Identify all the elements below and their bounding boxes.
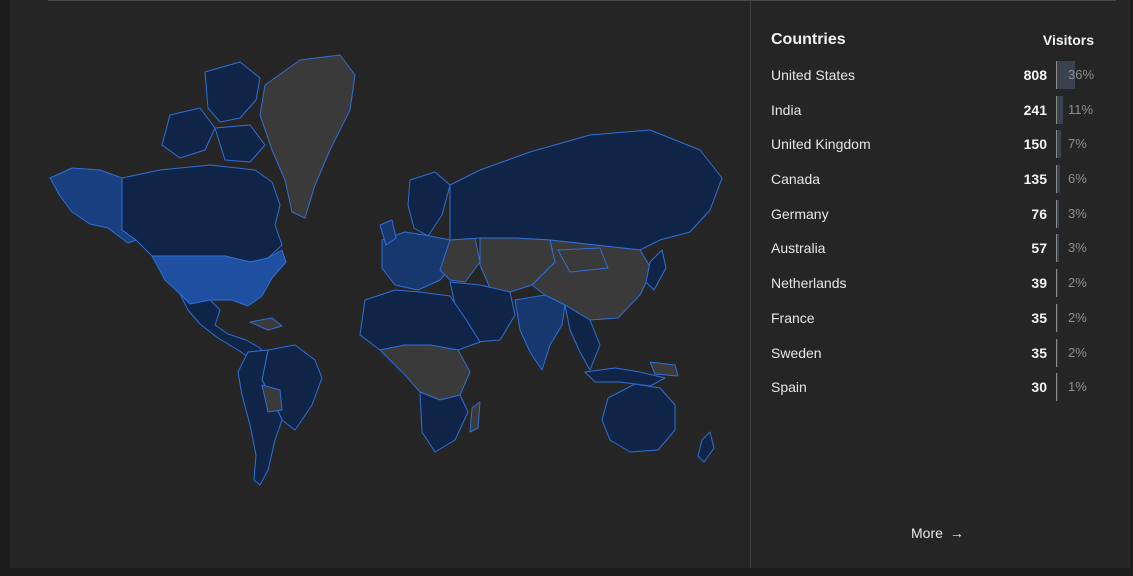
table-row[interactable]: Spain 30 1% (751, 370, 1130, 405)
share-bar-fill (1057, 269, 1058, 298)
share-bar-fill (1057, 130, 1061, 159)
table-row[interactable]: Germany 76 3% (751, 197, 1130, 232)
share-bar-fill (1057, 373, 1058, 402)
visitor-count: 35 (1031, 309, 1047, 326)
map-region-new-zealand[interactable] (697, 431, 715, 463)
map-region-japan[interactable] (645, 249, 667, 291)
country-name: Canada (771, 171, 821, 188)
map-region-australia[interactable] (601, 383, 676, 453)
more-label: More (911, 525, 943, 541)
visitor-percent: 2% (1068, 309, 1087, 325)
visitor-percent: 3% (1068, 240, 1087, 256)
country-name: Australia (771, 240, 826, 257)
countries-list-panel: Countries Visitors United States 808 36% In… (751, 0, 1130, 568)
visitor-count: 39 (1031, 275, 1047, 292)
table-row[interactable]: Australia 57 3% (751, 231, 1130, 266)
map-region-madagascar (469, 401, 481, 433)
map-region-scandinavia[interactable] (407, 171, 451, 237)
visitor-count: 35 (1031, 344, 1047, 361)
table-row[interactable]: Netherlands 39 2% (751, 266, 1130, 301)
map-region-southern-africa[interactable] (419, 391, 469, 453)
map-region-arctic-islands[interactable] (204, 61, 261, 123)
visitor-percent: 7% (1068, 136, 1087, 152)
table-row[interactable]: Canada 135 6% (751, 162, 1130, 197)
table-row[interactable]: India 241 11% (751, 93, 1130, 128)
visitor-count: 241 (1023, 101, 1047, 118)
visitor-count: 135 (1023, 171, 1047, 188)
table-row[interactable]: United States 808 36% (751, 58, 1130, 93)
country-name: Spain (771, 379, 807, 396)
country-name: United States (771, 67, 856, 83)
map-region-united-states[interactable] (151, 249, 287, 307)
map-region-arctic-islands-2[interactable] (161, 107, 216, 159)
arrow-right-icon: → (949, 525, 964, 541)
table-row[interactable]: Sweden 35 2% (751, 336, 1130, 371)
visitor-percent: 36% (1068, 67, 1095, 82)
map-region-canada[interactable] (121, 164, 283, 263)
visitor-percent: 1% (1068, 379, 1087, 395)
visitor-count: 57 (1031, 240, 1047, 257)
share-bar-fill (1057, 95, 1063, 124)
table-row[interactable]: France 35 2% (751, 301, 1130, 336)
country-name: Sweden (771, 344, 822, 361)
country-name: India (771, 101, 802, 118)
share-bar-fill (1057, 338, 1058, 367)
visitor-percent: 3% (1068, 205, 1087, 221)
world-map-svg (49, 54, 723, 486)
map-region-russia[interactable] (449, 129, 723, 251)
map-region-india[interactable] (514, 294, 566, 371)
map-region-indonesia[interactable] (584, 367, 666, 387)
visitor-percent: 2% (1068, 344, 1087, 360)
map-region-central-africa (379, 344, 471, 401)
country-name: Netherlands (771, 275, 847, 292)
world-map (10, 0, 750, 568)
map-region-caribbean (249, 317, 283, 331)
share-bar-fill (1057, 303, 1058, 332)
countries-header: Countries (771, 31, 846, 48)
visitors-by-country-card: Countries Visitors United States 808 36% In… (10, 0, 1130, 568)
visitor-count: 808 (1023, 67, 1047, 83)
visitor-count: 150 (1023, 136, 1047, 153)
country-name: Germany (771, 205, 829, 222)
map-region-new-guinea (649, 361, 679, 377)
countries-list: United States 808 36% India 241 11% United Kin… (751, 58, 1130, 405)
visitor-percent: 2% (1068, 275, 1087, 291)
map-region-arctic-islands-3[interactable] (214, 124, 266, 163)
share-bar-fill (1057, 165, 1060, 194)
visitor-percent: 11% (1068, 101, 1094, 117)
visitor-percent: 6% (1068, 171, 1087, 187)
share-bar-fill (1057, 199, 1059, 228)
more-button[interactable]: More → (911, 525, 964, 541)
table-row[interactable]: United Kingdom 150 7% (751, 127, 1130, 162)
share-bar-fill (1057, 234, 1059, 263)
country-name: United Kingdom (771, 136, 871, 153)
country-name: France (771, 309, 815, 326)
visitor-count: 30 (1031, 379, 1047, 396)
visitors-header: Visitors (1042, 32, 1094, 48)
visitor-count: 76 (1031, 205, 1047, 222)
